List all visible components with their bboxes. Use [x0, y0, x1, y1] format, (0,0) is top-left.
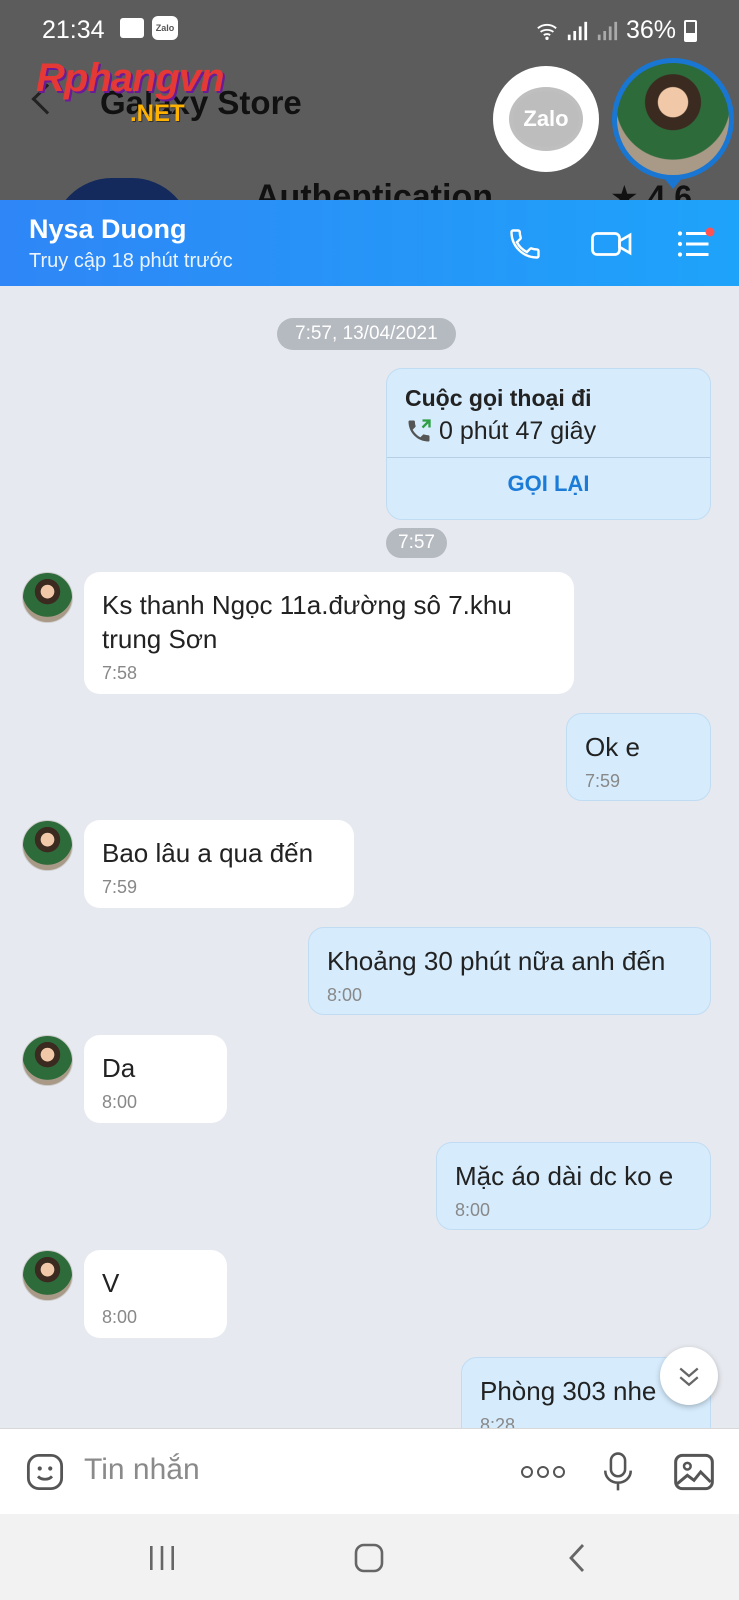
video-call-button[interactable] [588, 224, 636, 264]
back-button[interactable] [555, 1536, 599, 1580]
last-seen: Truy cập 18 phút trước [29, 250, 233, 272]
call-duration: 0 phút 47 giây [439, 417, 597, 445]
message-notification-icon [120, 18, 144, 38]
signal-icon [567, 21, 588, 40]
signal-2-icon [597, 21, 618, 40]
incoming-message[interactable]: V 8:00 [84, 1250, 227, 1338]
status-bar: 21:34 Zalo 36% [0, 12, 739, 52]
call-title: Cuộc gọi thoại đi [405, 385, 592, 411]
voice-call-button[interactable] [505, 224, 545, 264]
back-chevron-icon [569, 1544, 585, 1572]
message-time: 8:00 [102, 1307, 138, 1327]
message-time: 8:00 [327, 985, 363, 1005]
status-time: 21:34 [42, 16, 105, 44]
message-input-bar: Tin nhắn [0, 1428, 739, 1514]
message-time: 8:28 [480, 1415, 516, 1428]
image-picker-button[interactable] [670, 1449, 718, 1495]
incoming-message[interactable]: Bao lâu a qua đến 7:59 [84, 820, 354, 908]
message-time: 8:00 [102, 1092, 138, 1112]
message-text: Ks thanh Ngọc 11a.đường sô 7.khu trung S… [102, 590, 512, 654]
outgoing-message[interactable]: Khoảng 30 phút nữa anh đến 8:00 [308, 927, 711, 1015]
recent-apps-icon [150, 1546, 174, 1570]
message-text: V [102, 1268, 120, 1298]
message-text: Khoảng 30 phút nữa anh đến [327, 946, 666, 976]
contact-avatar[interactable] [22, 820, 73, 871]
status-right: 36% [536, 16, 697, 45]
more-options-button[interactable] [518, 1449, 568, 1495]
contact-avatar[interactable] [22, 1250, 73, 1301]
call-back-button[interactable]: GỌI LẠI [387, 471, 710, 497]
video-camera-icon [591, 232, 632, 256]
message-time: 7:59 [585, 771, 621, 791]
battery-icon [684, 19, 697, 42]
chat-header: Nysa Duong Truy cập 18 phút trước [0, 200, 739, 286]
call-card: Cuộc gọi thoại đi 0 phút 47 giây GỌI LẠI [386, 368, 711, 520]
sticker-button[interactable] [22, 1449, 68, 1495]
watermark-domain: .NET [130, 100, 185, 127]
message-text: Mặc áo dài dc ko e [455, 1161, 674, 1191]
zalo-logo-icon: Zalo [509, 87, 583, 151]
image-icon [674, 1453, 714, 1491]
phone-icon [510, 229, 540, 259]
wifi-icon [537, 23, 557, 40]
message-time: 7:59 [102, 877, 138, 897]
double-chevron-down-icon [679, 1367, 699, 1387]
menu-button[interactable] [675, 224, 715, 264]
emoji-icon [26, 1453, 64, 1491]
home-icon [354, 1543, 384, 1573]
message-time: 7:58 [102, 663, 138, 683]
date-stamp: 7:57, 13/04/2021 [277, 318, 456, 350]
contact-avatar[interactable] [22, 572, 73, 623]
outgoing-message[interactable]: Ok e 7:59 [566, 713, 711, 801]
more-dots-icon [521, 1466, 565, 1478]
message-text: Bao lâu a qua đến [102, 838, 314, 868]
contact-chat-head[interactable] [612, 58, 734, 189]
message-time: 8:00 [455, 1200, 491, 1220]
microphone-icon [603, 1452, 633, 1491]
zalo-notification-icon: Zalo [152, 16, 178, 40]
call-time: 7:57 [386, 528, 447, 558]
message-text: Da [102, 1053, 136, 1083]
outgoing-call-icon [408, 419, 431, 442]
home-button[interactable] [347, 1536, 391, 1580]
recent-apps-button[interactable] [140, 1536, 184, 1580]
message-text: Ok e [585, 732, 640, 762]
battery-percent: 36% [625, 16, 676, 44]
incoming-message[interactable]: Da 8:00 [84, 1035, 227, 1123]
message-text: Phòng 303 nhe [480, 1376, 657, 1406]
incoming-message[interactable]: Ks thanh Ngọc 11a.đường sô 7.khu trung S… [84, 572, 574, 694]
message-list[interactable]: 7:57, 13/04/2021 Cuộc gọi thoại đi 0 phú… [0, 286, 739, 1428]
watermark-logo: Rphangvn [36, 56, 225, 100]
scroll-to-bottom-button[interactable] [660, 1347, 718, 1405]
outgoing-message[interactable]: Mặc áo dài dc ko e 8:00 [436, 1142, 711, 1230]
contact-name[interactable]: Nysa Duong [29, 214, 187, 245]
zalo-chat-head[interactable]: Zalo [493, 66, 599, 172]
menu-list-icon [677, 227, 715, 257]
divider [387, 457, 710, 458]
contact-avatar[interactable] [22, 1035, 73, 1086]
message-input[interactable]: Tin nhắn [84, 1453, 200, 1487]
system-nav-bar [0, 1514, 739, 1600]
voice-message-button[interactable] [598, 1449, 638, 1495]
